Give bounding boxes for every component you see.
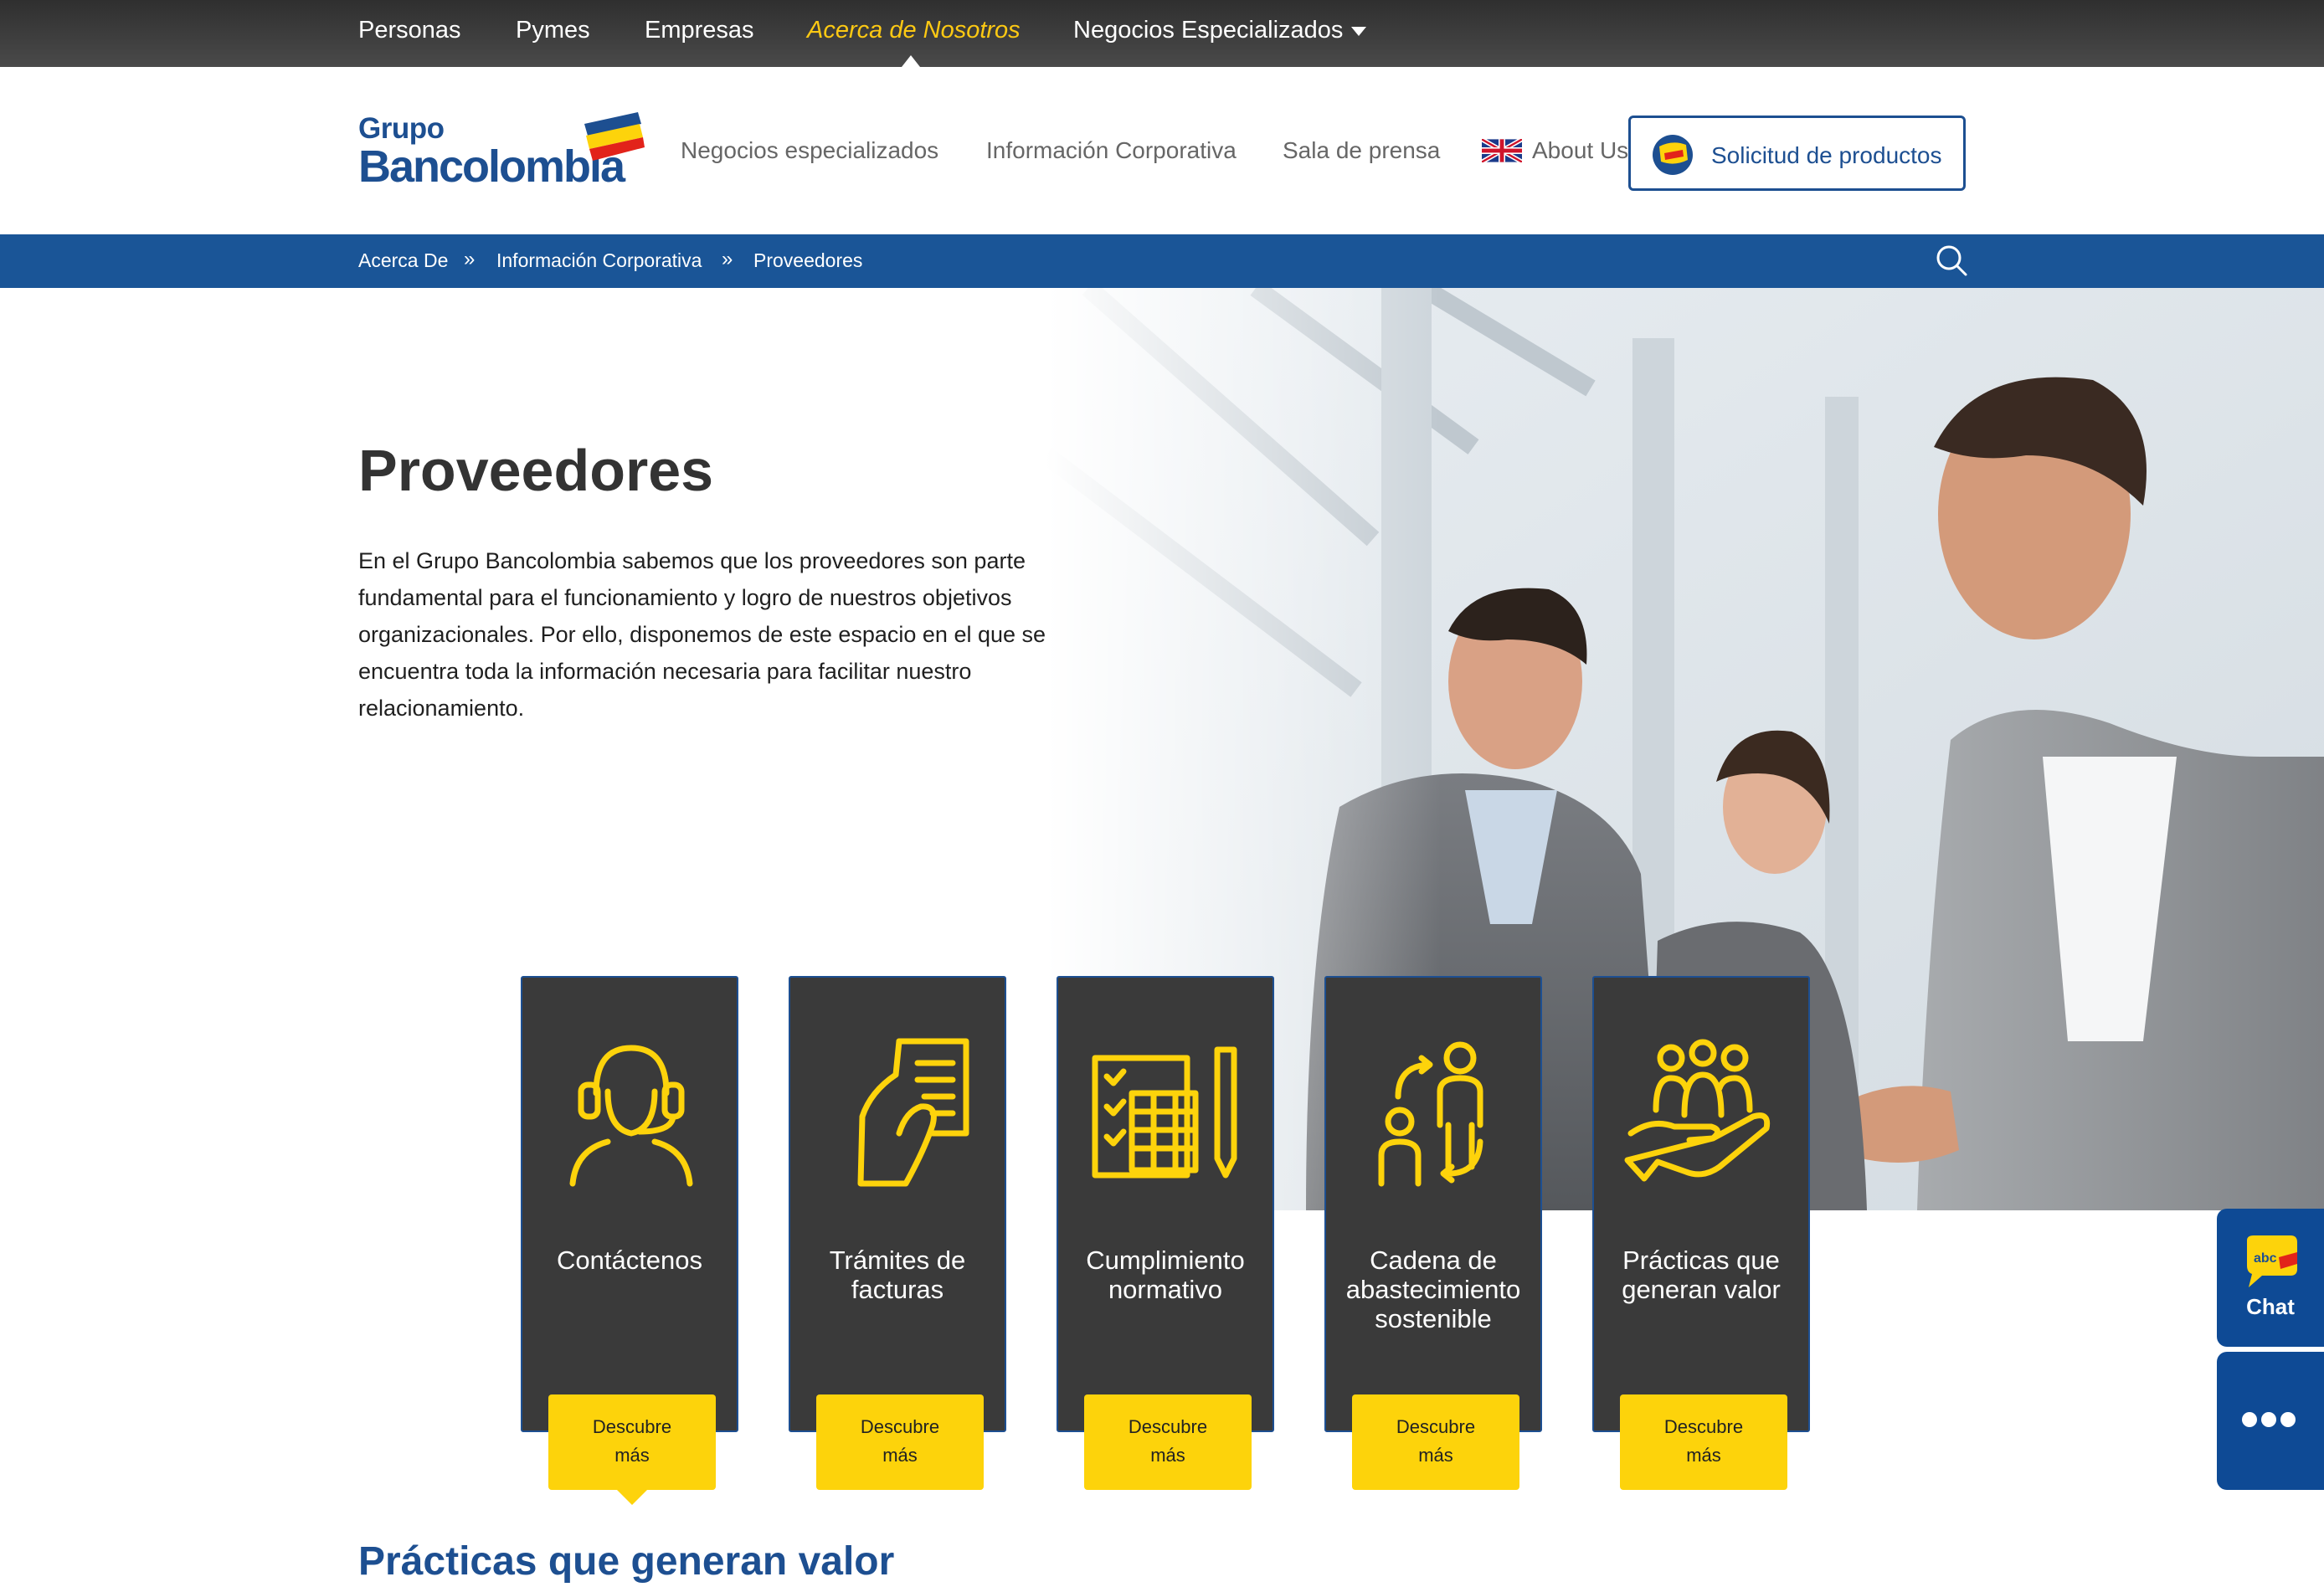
breadcrumb-informacion-corporativa[interactable]: Información Corporativa [496,249,702,272]
card-tramites-label: Trámites de facturas [829,1245,966,1304]
caret-down-icon [1351,26,1367,36]
selected-card-pointer [617,1490,647,1505]
header-nav-sala-de-prensa[interactable]: Sala de prensa [1283,137,1440,164]
more-options-button[interactable] [2217,1352,2324,1490]
card-practicas-label: Prácticas que generan valor [1622,1245,1781,1304]
descubre-mas-button-practicas[interactable]: Descubre más [1620,1394,1787,1490]
card-cadena-label: Cadena de abastecimiento sostenible [1345,1245,1521,1333]
chat-badge-text: abc [2254,1251,2277,1266]
page-title: Proveedores [358,438,714,503]
site-header: Grupo Bancolombia Negocios especializado… [0,67,2324,234]
chat-bubble-icon: abc [2247,1235,2297,1287]
card-practicas-que-generan-valor[interactable]: Prácticas que generan valor [1592,976,1810,1432]
solicitud-label: Solicitud de productos [1711,142,1942,168]
card-tramites-de-facturas[interactable]: Trámites de facturas [789,976,1006,1432]
active-indicator-notch [902,55,920,67]
chat-label: Chat [2246,1294,2295,1319]
card-cadena-de-abastecimiento[interactable]: Cadena de abastecimiento sostenible [1324,976,1542,1432]
breadcrumb-acerca-de[interactable]: Acerca De [358,249,448,272]
descubre-mas-button-cadena[interactable]: Descubre más [1352,1394,1519,1490]
breadcrumb-separator: » [722,248,733,270]
card-contactenos-label: Contáctenos [556,1245,703,1275]
header-nav-about-us[interactable]: About Us [1532,137,1628,164]
breadcrumb: Acerca De » Información Corporativa » Pr… [0,234,2324,288]
section-title-practicas: Prácticas que generan valor [358,1539,895,1584]
header-nav-informacion-corporativa[interactable]: Información Corporativa [986,137,1237,164]
top-nav-personas[interactable]: Personas [358,17,461,44]
solicitud-de-productos-button[interactable]: Solicitud de productos [1628,116,1966,191]
logo-flag-icon [584,112,645,161]
card-cumplimiento-label: Cumplimiento normativo [1086,1245,1245,1304]
people-exchange-icon [1378,1041,1483,1187]
headset-agent-icon [569,1045,693,1187]
breadcrumb-proveedores: Proveedores [753,249,863,271]
uk-flag-icon [1482,139,1522,162]
top-navigation-bar: Personas Pymes Empresas Acerca de Nosotr… [0,0,2324,67]
hand-group-icon [1624,1039,1771,1182]
grupo-bancolombia-logo[interactable]: Grupo Bancolombia [358,112,645,193]
product-request-icon [1653,135,1693,175]
breadcrumb-separator: » [464,248,476,270]
search-icon[interactable] [1934,243,1969,278]
card-contactenos[interactable]: Contáctenos [521,976,738,1432]
descubre-mas-button-contactenos[interactable]: Descubre más [548,1394,716,1490]
top-nav-empresas[interactable]: Empresas [645,17,754,44]
chat-widget-button[interactable]: abc Chat [2217,1209,2324,1347]
descubre-mas-button-tramites[interactable]: Descubre más [816,1394,984,1490]
header-nav-negocios-especializados[interactable]: Negocios especializados [681,137,938,164]
hand-receipt-icon [857,1038,969,1187]
top-nav-negocios-especializados[interactable]: Negocios Especializados [1073,17,1367,44]
page: { "top_nav": { "items": ["Personas", "Py… [0,0,2324,1587]
checklist-calculator-icon [1092,1046,1237,1179]
top-nav-acerca-de-nosotros[interactable]: Acerca de Nosotros [807,17,1021,44]
intro-paragraph: En el Grupo Bancolombia sabemos que los … [358,548,1046,721]
top-nav-negocios-label: Negocios Especializados [1073,17,1344,44]
more-dots-icon [2242,1412,2301,1429]
descubre-mas-button-cumplimiento[interactable]: Descubre más [1084,1394,1252,1490]
card-cumplimiento-normativo[interactable]: Cumplimiento normativo [1057,976,1274,1432]
top-nav-pymes[interactable]: Pymes [516,17,590,44]
